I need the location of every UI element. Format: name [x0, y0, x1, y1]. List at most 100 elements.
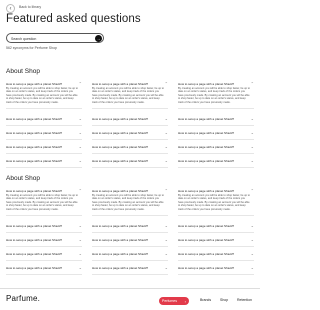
chevron-up-icon[interactable]: ⌃	[79, 188, 82, 193]
chevron-down-icon[interactable]: ⌄	[251, 237, 254, 242]
chevron-down-icon[interactable]: ⌄	[251, 144, 254, 149]
divider	[6, 215, 82, 216]
back-button[interactable]: ‹	[6, 4, 15, 13]
perfumes-label: Perfumes	[162, 299, 177, 303]
faq-item[interactable]: How to setup a page with a planet Shield…	[6, 223, 82, 230]
faq-question: How to setup a page with a planet Shield…	[92, 238, 149, 242]
faq-item[interactable]: How to setup a page with a planet Shield…	[6, 144, 82, 151]
chevron-up-icon[interactable]: ⌃	[251, 81, 254, 86]
faq-item[interactable]: How to setup a page with a planet Shield…	[178, 223, 254, 230]
faq-item[interactable]: How to setup a page with a planet Shield…	[6, 237, 82, 244]
divider	[178, 215, 254, 216]
faq-item[interactable]: How to setup a page with a planet Shield…	[178, 188, 254, 213]
faq-question: How to setup a page with a planet Shield…	[178, 252, 235, 256]
divider	[178, 139, 254, 140]
divider	[92, 108, 168, 109]
divider	[92, 260, 168, 261]
divider	[6, 274, 82, 275]
arrow-right-icon: →	[96, 36, 101, 41]
divider	[6, 260, 82, 261]
chevron-up-icon[interactable]: ⌃	[79, 81, 82, 86]
chevron-down-icon[interactable]: ⌄	[251, 158, 254, 163]
chevron-down-icon[interactable]: ⌄	[79, 158, 82, 163]
faq-item[interactable]: How to setup a page with a planet Shield…	[92, 144, 168, 151]
faq-item[interactable]: How to setup a page with a planet Shield…	[6, 265, 82, 272]
faq-item[interactable]: How to setup a page with a planet Shield…	[178, 144, 254, 151]
faq-item[interactable]: How to setup a page with a planet Shield…	[92, 251, 168, 258]
chevron-down-icon[interactable]: ⌄	[79, 116, 82, 121]
search-input[interactable]	[11, 35, 91, 42]
faq-item[interactable]: How to setup a page with a planet Shield…	[178, 251, 254, 258]
faq-question: How to setup a page with a planet Shield…	[92, 159, 149, 163]
chevron-down-icon[interactable]: ⌄	[251, 130, 254, 135]
faq-item[interactable]: How to setup a page with a planet Shield…	[92, 237, 168, 244]
faq-item[interactable]: How to setup a page with a planet Shield…	[6, 188, 82, 213]
faq-question: How to setup a page with a planet Shield…	[178, 159, 235, 163]
chevron-down-icon[interactable]: ⌄	[79, 144, 82, 149]
faq-item[interactable]: How to setup a page with a planet Shield…	[178, 81, 254, 106]
faq-item[interactable]: How to setup a page with a planet Shield…	[92, 265, 168, 272]
divider	[6, 167, 82, 168]
faq-question: How to setup a page with a planet Shield…	[6, 224, 63, 228]
faq-question: How to setup a page with a planet Shield…	[6, 252, 63, 256]
faq-item[interactable]: How to setup a page with a planet Shield…	[6, 158, 82, 165]
faq-item[interactable]: How to setup a page with a planet Shield…	[178, 237, 254, 244]
chevron-down-icon[interactable]: ⌄	[165, 265, 168, 270]
faq-item[interactable]: How to setup a page with a planet Shield…	[92, 188, 168, 213]
chevron-up-icon[interactable]: ⌃	[165, 188, 168, 193]
back-label[interactable]: Back to library	[19, 5, 41, 9]
chevron-down-icon[interactable]: ⌄	[251, 223, 254, 228]
chevron-down-icon[interactable]: ⌄	[79, 130, 82, 135]
faq-item[interactable]: How to setup a page with a planet Shield…	[92, 223, 168, 230]
faq-item[interactable]: How to setup a page with a planet Shield…	[6, 130, 82, 137]
chevron-down-icon[interactable]: ⌄	[79, 265, 82, 270]
faq-question: How to setup a page with a planet Shield…	[92, 117, 149, 121]
chevron-down-icon[interactable]: ⌄	[251, 265, 254, 270]
faq-item[interactable]: How to setup a page with a planet Shield…	[92, 81, 168, 106]
chevron-down-icon[interactable]: ⌄	[79, 251, 82, 256]
footer-divider	[0, 288, 260, 289]
logo[interactable]: Parfume.	[6, 294, 40, 303]
chevron-down-icon[interactable]: ⌄	[79, 237, 82, 242]
faq-item[interactable]: How to setup a page with a planet Shield…	[92, 116, 168, 123]
faq-question: How to setup a page with a planet Shield…	[178, 131, 235, 135]
faq-question: How to setup a page with a planet Shield…	[6, 145, 63, 149]
faq-question: How to setup a page with a planet Shield…	[6, 82, 63, 86]
faq-question: How to setup a page with a planet Shield…	[178, 117, 235, 121]
faq-item[interactable]: How to setup a page with a planet Shield…	[178, 116, 254, 123]
divider	[92, 246, 168, 247]
faq-question: How to setup a page with a planet Shield…	[178, 145, 235, 149]
chevron-up-icon[interactable]: ⌃	[251, 188, 254, 193]
chevron-down-icon[interactable]: ⌄	[165, 130, 168, 135]
faq-item[interactable]: How to setup a page with a planet Shield…	[6, 81, 82, 106]
chevron-down-icon[interactable]: ⌄	[165, 116, 168, 121]
faq-item[interactable]: How to setup a page with a planet Shield…	[178, 265, 254, 272]
faq-item[interactable]: How to setup a page with a planet Shield…	[92, 158, 168, 165]
chevron-down-icon[interactable]: ⌄	[165, 158, 168, 163]
divider	[92, 215, 168, 216]
footer-link-brands[interactable]: Brands	[200, 298, 211, 302]
faq-item[interactable]: How to setup a page with a planet Shield…	[92, 130, 168, 137]
chevron-down-icon[interactable]: ⌄	[165, 237, 168, 242]
divider	[92, 139, 168, 140]
search-button[interactable]: →	[95, 35, 102, 42]
faq-item[interactable]: How to setup a page with a planet Shield…	[6, 251, 82, 258]
footer-link-retention[interactable]: Retention	[237, 298, 252, 302]
chevron-up-icon[interactable]: ⌃	[165, 81, 168, 86]
faq-item[interactable]: How to setup a page with a planet Shield…	[6, 116, 82, 123]
footer-link-shop[interactable]: Shop	[220, 298, 228, 302]
chevron-down-icon[interactable]: ⌄	[165, 223, 168, 228]
chevron-down-icon[interactable]: ⌄	[165, 251, 168, 256]
divider	[92, 125, 168, 126]
divider	[178, 246, 254, 247]
chevron-down-icon[interactable]: ⌄	[165, 144, 168, 149]
faq-item[interactable]: How to setup a page with a planet Shield…	[178, 130, 254, 137]
chevron-down-icon[interactable]: ⌄	[79, 223, 82, 228]
faq-item[interactable]: How to setup a page with a planet Shield…	[178, 158, 254, 165]
chevron-down-icon[interactable]: ⌄	[251, 251, 254, 256]
faq-question: How to setup a page with a planet Shield…	[92, 252, 149, 256]
perfumes-button[interactable]: Perfumes ›	[159, 297, 189, 305]
chevron-down-icon[interactable]: ⌄	[251, 116, 254, 121]
faq-question: How to setup a page with a planet Shield…	[6, 189, 63, 193]
faq-question: How to setup a page with a planet Shield…	[6, 117, 63, 121]
